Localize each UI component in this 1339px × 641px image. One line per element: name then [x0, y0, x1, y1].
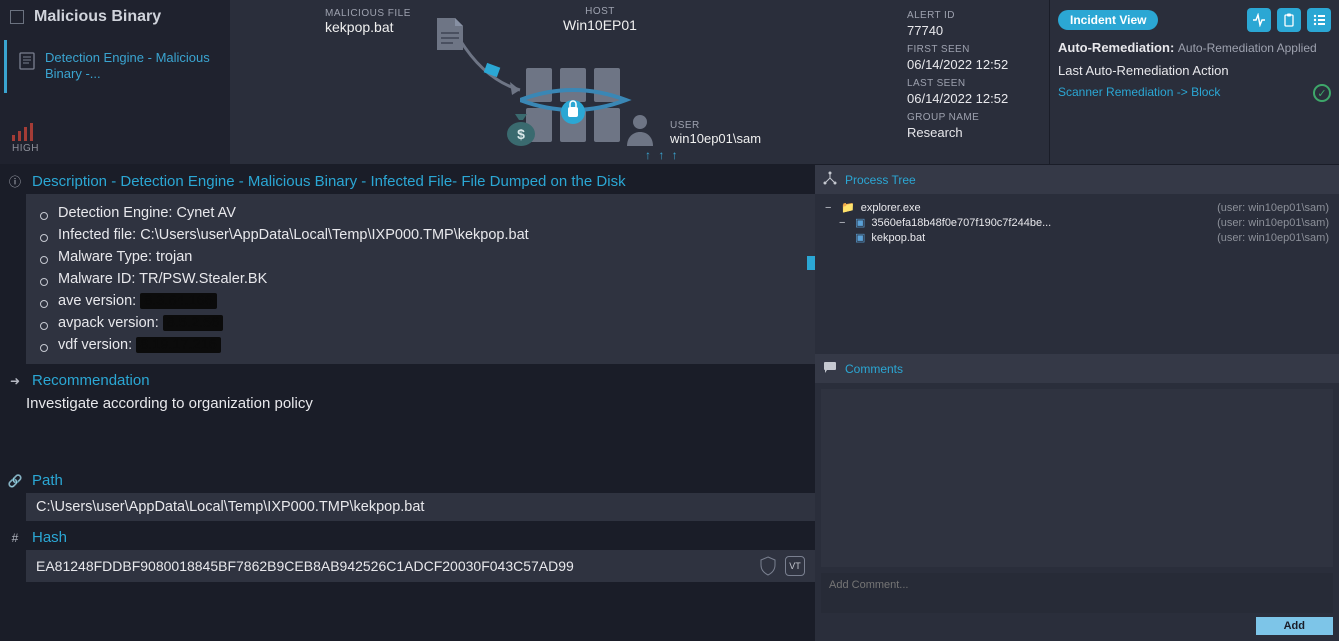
- tree-toggle-icon[interactable]: −: [839, 217, 849, 229]
- desc-item: Detection Engine: Cynet AV: [40, 202, 801, 224]
- group-name-label: GROUP NAME: [907, 112, 1041, 123]
- malicious-file-name: kekpop.bat: [325, 19, 411, 35]
- user-label: USER: [670, 120, 761, 131]
- incident-view-button[interactable]: Incident View: [1058, 10, 1158, 30]
- auto-remediation-value: Auto-Remediation Applied: [1178, 41, 1317, 55]
- desc-item: Malware Type: trojan: [40, 246, 801, 268]
- select-checkbox[interactable]: [10, 10, 24, 24]
- shield-icon[interactable]: [759, 556, 777, 576]
- comments-list: [821, 389, 1333, 567]
- first-seen-value: 06/14/2022 12:52: [907, 57, 1041, 72]
- user-icon: [625, 112, 655, 149]
- tree-icon: [823, 171, 837, 188]
- recommendation-body: Investigate according to organization po…: [26, 393, 815, 464]
- moneybag-icon: $: [503, 108, 539, 148]
- alert-meta: ALERT ID 77740 FIRST SEEN 06/14/2022 12:…: [899, 0, 1049, 164]
- tree-toggle-icon[interactable]: −: [825, 202, 835, 214]
- host-name: Win10EP01: [540, 17, 660, 33]
- exe-icon: ▣: [855, 231, 865, 244]
- description-title: Description - Detection Engine - Malicio…: [32, 173, 626, 190]
- arrow-right-icon: ➜: [6, 374, 24, 388]
- clipboard-icon[interactable]: [1277, 8, 1301, 32]
- alert-sub-item[interactable]: Detection Engine - Malicious Binary -...: [4, 40, 226, 93]
- desc-item: avpack version: 8.5.2.56: [40, 312, 801, 334]
- desc-item: vdf version: 8.19.17.216: [40, 334, 801, 356]
- alert-id-label: ALERT ID: [907, 10, 1041, 21]
- process-tree-body: − 📁 explorer.exe (user: win10ep01\sam) −…: [815, 194, 1339, 354]
- process-tree-title[interactable]: Process Tree: [845, 173, 916, 187]
- alert-nav-sidebar: Malicious Binary Detection Engine - Mali…: [0, 0, 230, 164]
- activity-icon[interactable]: [1247, 8, 1271, 32]
- title-row: Malicious Binary: [0, 0, 230, 34]
- add-comment-button[interactable]: Add: [1256, 617, 1333, 635]
- exe-icon: ▣: [855, 216, 865, 229]
- severity-indicator: HIGH: [0, 117, 230, 164]
- list-icon[interactable]: [1307, 8, 1331, 32]
- link-icon: 🔗: [6, 474, 24, 488]
- host-label: HOST: [540, 6, 660, 17]
- document-icon: [19, 52, 35, 73]
- svg-text:$: $: [517, 126, 525, 142]
- comments-title: Comments: [845, 362, 903, 376]
- check-circle-icon: ✓: [1313, 84, 1331, 102]
- comments-header: Comments: [815, 354, 1339, 383]
- comment-icon: [823, 360, 837, 377]
- info-icon: ⓘ: [6, 173, 24, 190]
- attack-diagram: MALICIOUS FILE kekpop.bat HOST Win10EP01: [230, 0, 899, 164]
- tree-row[interactable]: − ▣ 3560efa18b48f0e707f190c7f244be... (u…: [825, 215, 1329, 230]
- last-action-link[interactable]: Scanner Remediation -> Block: [1058, 85, 1220, 99]
- last-action-title: Last Auto-Remediation Action: [1058, 63, 1331, 78]
- path-title: Path: [32, 472, 63, 489]
- desc-item: Malware ID: TR/PSW.Stealer.BK: [40, 268, 801, 290]
- side-column: Process Tree − 📁 explorer.exe (user: win…: [815, 165, 1339, 641]
- collapse-arrows-icon[interactable]: ↑ ↑ ↑: [645, 148, 680, 162]
- alert-sub-title: Detection Engine - Malicious Binary -...: [45, 50, 214, 83]
- desc-item: Infected file: C:\Users\user\AppData\Loc…: [40, 224, 801, 246]
- recommendation-title: Recommendation: [32, 372, 150, 389]
- virustotal-badge[interactable]: VT: [785, 556, 805, 576]
- hash-title: Hash: [32, 529, 67, 546]
- comment-input[interactable]: [821, 573, 1333, 613]
- last-seen-value: 06/14/2022 12:52: [907, 91, 1041, 106]
- top-bar: Malicious Binary Detection Engine - Mali…: [0, 0, 1339, 165]
- details-column: ⓘ Description - Detection Engine - Malic…: [0, 165, 815, 641]
- scrollbar-thumb[interactable]: [807, 256, 815, 270]
- desc-item: ave version: 8.3.64.166: [40, 290, 801, 312]
- severity-label: HIGH: [12, 143, 218, 154]
- tree-row[interactable]: − 📁 explorer.exe (user: win10ep01\sam): [825, 200, 1329, 215]
- group-name-value: Research: [907, 125, 1041, 140]
- tree-row[interactable]: ▣ kekpop.bat (user: win10ep01\sam): [825, 230, 1329, 245]
- hash-icon: #: [6, 531, 24, 545]
- auto-remediation-label: Auto-Remediation:: [1058, 40, 1174, 55]
- severity-bars-icon: [12, 123, 218, 141]
- description-body: Detection Engine: Cynet AV Infected file…: [26, 194, 815, 364]
- last-seen-label: LAST SEEN: [907, 78, 1041, 89]
- user-name: win10ep01\sam: [670, 131, 761, 146]
- folder-icon: 📁: [841, 201, 855, 214]
- action-panel: Incident View Auto-Remediation: Auto-Rem…: [1049, 0, 1339, 164]
- process-tree-header: Process Tree: [815, 165, 1339, 194]
- first-seen-label: FIRST SEEN: [907, 44, 1041, 55]
- page-title: Malicious Binary: [34, 8, 161, 26]
- malicious-file-label: MALICIOUS FILE: [325, 8, 411, 19]
- path-value: C:\Users\user\AppData\Local\Temp\IXP000.…: [26, 493, 815, 521]
- alert-id-value: 77740: [907, 23, 1041, 38]
- hash-value: EA81248FDDBF9080018845BF7862B9CEB8AB9425…: [36, 558, 574, 574]
